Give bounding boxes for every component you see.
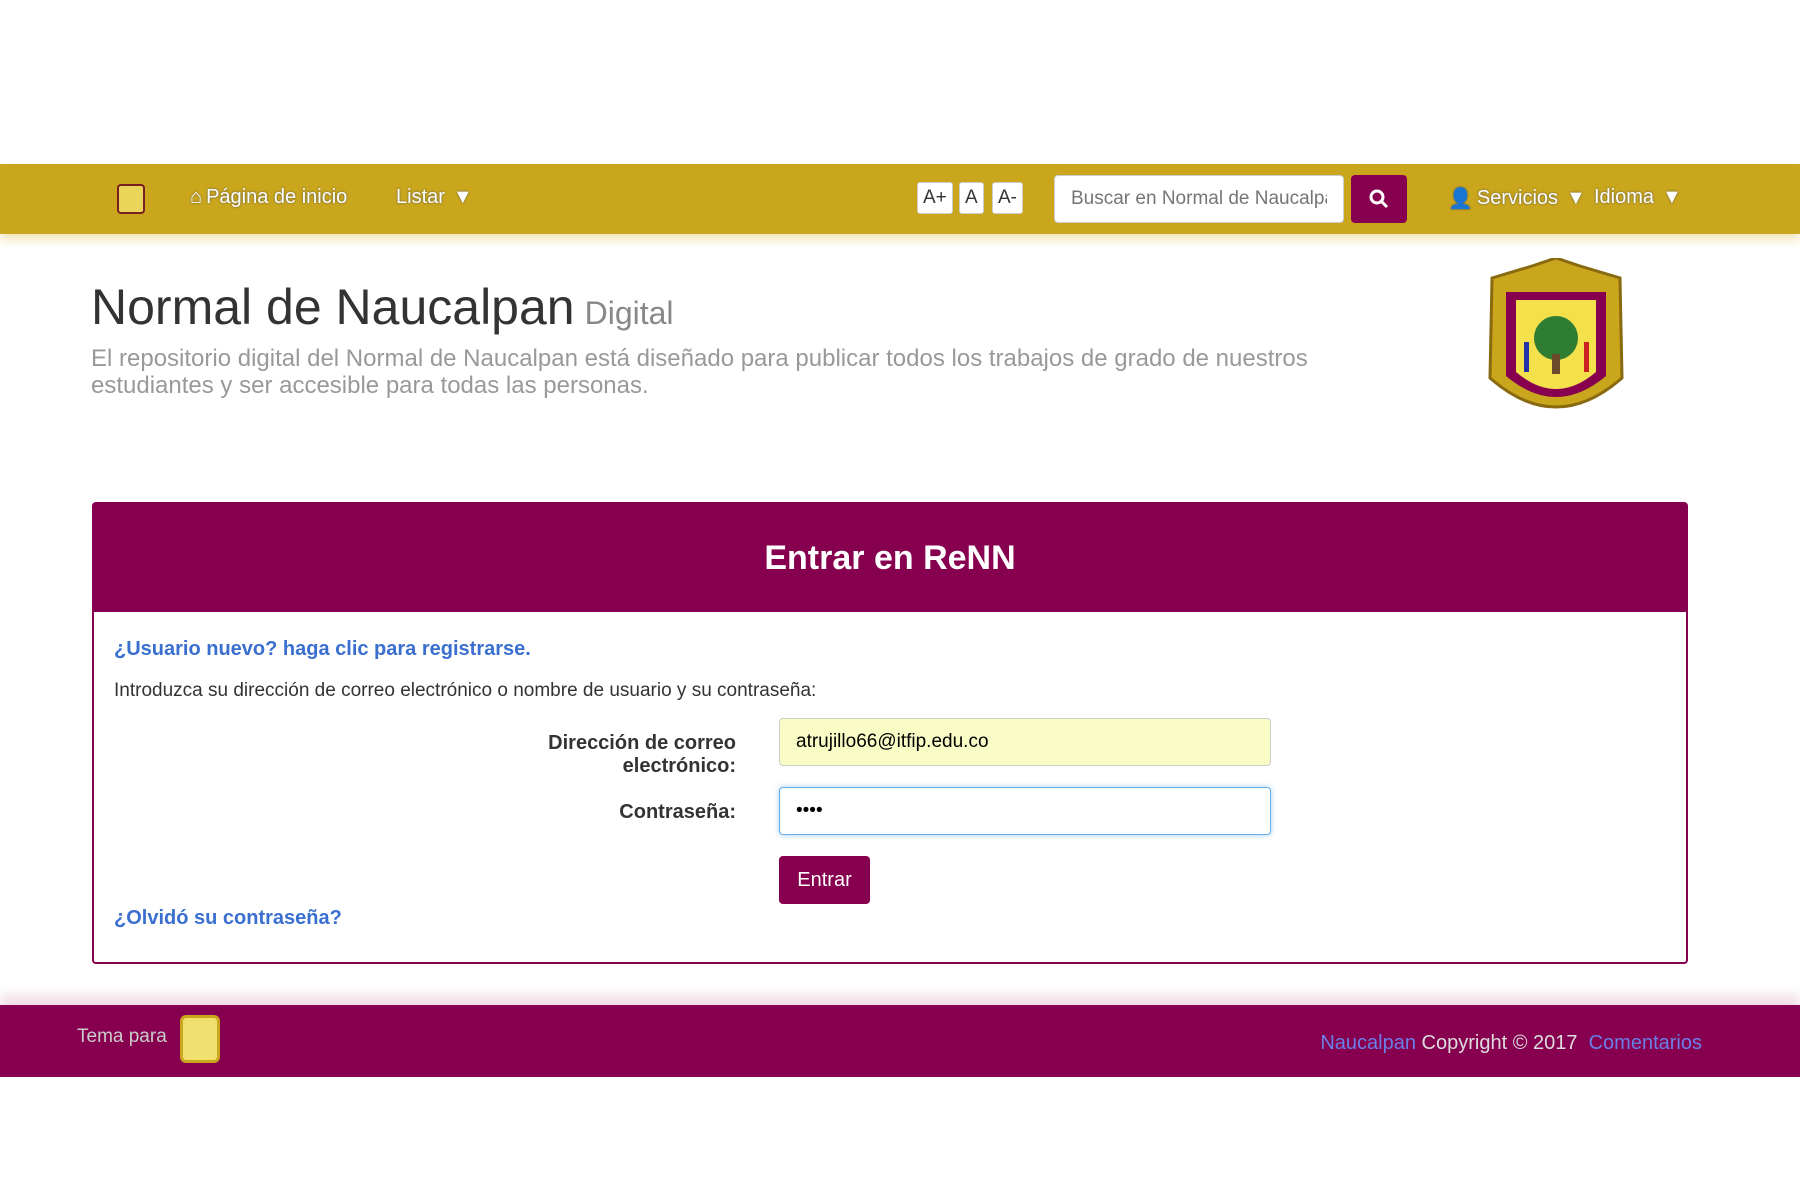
email-field[interactable] (779, 718, 1271, 766)
password-label: Contraseña: (619, 801, 736, 823)
login-heading: Entrar en ReNN (94, 504, 1686, 612)
copyright-text: Copyright © 2017 (1421, 1032, 1578, 1054)
page-title: Normal de Naucalpan Digital (91, 278, 674, 336)
font-decrease-button[interactable]: A- (992, 182, 1023, 214)
nav-language-dropdown[interactable]: Idioma ▼ (1594, 186, 1682, 209)
feedback-link[interactable]: Comentarios (1589, 1032, 1702, 1054)
brand-link[interactable]: Naucalpan (1320, 1032, 1416, 1054)
register-link[interactable]: ¿Usuario nuevo? haga clic para registrar… (114, 638, 531, 661)
footer-copyright: Naucalpan Copyright © 2017 Comentarios (1320, 1032, 1702, 1055)
nav-services-dropdown[interactable]: 👤 Servicios ▼ (1448, 186, 1586, 211)
nav-list-label[interactable]: Listar (396, 186, 445, 209)
search-icon (1369, 189, 1389, 209)
search-input[interactable] (1054, 175, 1344, 223)
nav-home-label[interactable]: Página de inicio (206, 186, 347, 209)
home-icon: ⌂ (190, 186, 203, 208)
footer-logo[interactable] (180, 1015, 220, 1063)
page-description: El repositorio digital del Normal de Nau… (91, 345, 1308, 399)
nav-language-label[interactable]: Idioma (1594, 186, 1654, 209)
password-field[interactable] (779, 787, 1271, 835)
email-label: Dirección de correo electrónico: (548, 732, 736, 777)
navbar: ⌂ Página de inicio Listar ▼ A+ A A- 👤 Ser… (0, 164, 1800, 234)
footer: Tema para Naucalpan Copyright © 2017 Com… (0, 1005, 1800, 1077)
login-intro: Introduzca su dirección de correo electr… (114, 680, 817, 701)
caret-down-icon: ▼ (452, 186, 473, 208)
title-subtitle: Digital (584, 295, 674, 331)
forgot-password-link[interactable]: ¿Olvidó su contraseña? (114, 907, 342, 930)
theme-for-label: Tema para (77, 1026, 167, 1047)
search-button[interactable] (1351, 175, 1407, 223)
caret-down-icon: ▼ (1662, 186, 1682, 208)
caret-down-icon: ▼ (1566, 187, 1586, 209)
nav-home[interactable]: ⌂ Página de inicio (190, 186, 347, 209)
font-reset-button[interactable]: A (959, 182, 984, 214)
brand-logo[interactable] (117, 184, 145, 214)
font-increase-button[interactable]: A+ (917, 182, 953, 214)
nav-services-label[interactable]: Servicios (1477, 187, 1558, 210)
user-icon: 👤 (1448, 188, 1473, 210)
title-text: Normal de Naucalpan (91, 279, 575, 335)
nav-list-dropdown[interactable]: Listar ▼ (396, 186, 473, 209)
login-panel: Entrar en ReNN ¿Usuario nuevo? haga clic… (92, 502, 1688, 964)
institution-crest-logo (1488, 258, 1624, 409)
login-submit-button[interactable]: Entrar (779, 856, 870, 904)
